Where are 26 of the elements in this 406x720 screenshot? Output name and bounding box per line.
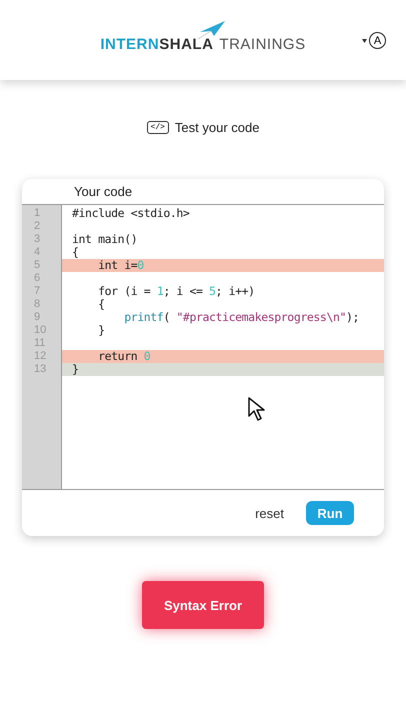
caret-icon[interactable] [362, 38, 367, 42]
reset-button[interactable]: reset [255, 506, 284, 520]
line-number: 9 [33, 311, 42, 324]
code-icon: </> [146, 121, 169, 134]
line-number: 5 [33, 259, 42, 272]
paper-plane-icon [198, 20, 226, 40]
line-number: 6 [33, 272, 42, 285]
code-input[interactable]: #include <stdio.h> int main() { int i=0 for (i = 1; i <= 5; i++) { printf( "#practicemakesprogress\n"); } return 0 } [62, 205, 384, 489]
section-title: Test your code [174, 120, 260, 135]
mouse-pointer-icon [248, 397, 266, 423]
line-number: 1 [33, 207, 42, 220]
logo-text: SHALA [159, 36, 214, 52]
line-number: 8 [33, 298, 42, 311]
line-number: 4 [33, 246, 42, 259]
line-number: 13 [33, 363, 48, 376]
line-number: 10 [33, 324, 48, 337]
card-title: Your code [74, 184, 132, 199]
line-number: 7 [33, 285, 42, 298]
user-avatar[interactable]: A [369, 32, 386, 49]
syntax-error-button[interactable]: Syntax Error [142, 581, 264, 629]
line-number: 3 [33, 233, 42, 246]
line-number: 12 [33, 350, 48, 363]
line-number: 11 [33, 337, 46, 350]
logo-text: TRAININGS [219, 36, 306, 52]
line-number: 2 [33, 220, 42, 233]
logo-text: INTERN [100, 36, 160, 52]
